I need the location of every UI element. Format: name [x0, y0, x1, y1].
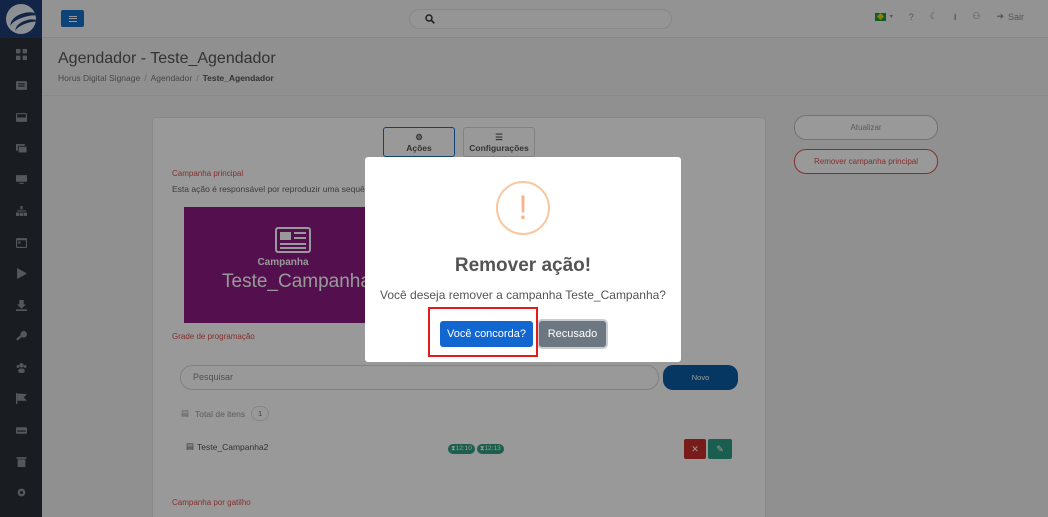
dialog-text: Você deseja remover a campanha Teste_Cam…: [380, 288, 666, 302]
cancel-button[interactable]: Recusado: [539, 321, 606, 347]
highlight-box: [428, 307, 538, 357]
app: ▾ ? ☾ i ⚇ ➜ Sair Agendador - Teste_Agenda…: [0, 0, 1048, 517]
dialog-title: Remover ação!: [454, 255, 592, 276]
warning-icon: !: [496, 181, 550, 235]
